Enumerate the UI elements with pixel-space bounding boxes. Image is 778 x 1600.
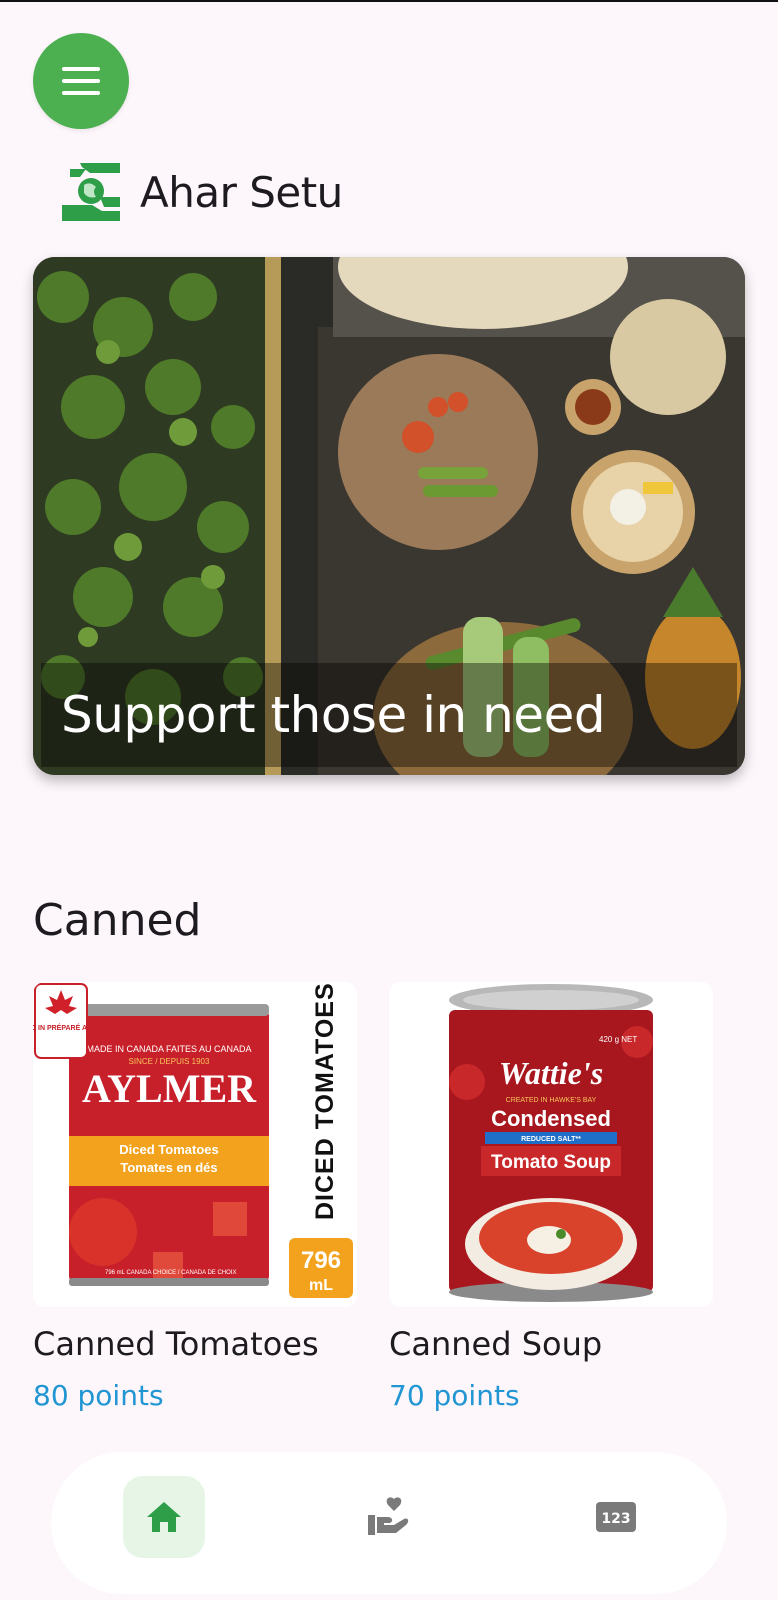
product-card-canned-tomatoes[interactable]: MADE IN CANADA FAITES AU CANADA SINCE / … [33, 982, 357, 1412]
can-origin-text: MADE IN CANADA FAITES AU CANADA [86, 1044, 251, 1054]
soup-line2: REDUCED SALT** [521, 1136, 581, 1143]
can-since-text: SINCE / DEPUIS 1903 [129, 1057, 210, 1066]
product-image: 420 g NET Wattie's CREATED IN HAWKE'S BA… [389, 982, 713, 1307]
nav-donate-tab[interactable] [347, 1476, 429, 1558]
bottom-navigation-bar: 123 [51, 1452, 727, 1594]
can-brand-text: AYLMER [82, 1066, 257, 1111]
app-title: Ahar Setu [140, 167, 343, 217]
product-points: 80 points [33, 1379, 164, 1412]
can-desc-line2: Tomates en dés [120, 1160, 217, 1175]
can-desc-line1: Diced Tomatoes [119, 1142, 218, 1157]
product-points: 70 points [389, 1379, 520, 1412]
soup-line3: Tomato Soup [491, 1152, 611, 1173]
hero-caption-text: Support those in need [61, 686, 606, 744]
canada-badge-text: PREPARED IN PRÉPARÉ AU CANADA [33, 1023, 124, 1032]
can-volume: 796 [301, 1247, 341, 1274]
soup-can-image: 420 g NET Wattie's CREATED IN HAWKE'S BA… [389, 982, 713, 1307]
donate-hand-heart-icon [368, 1497, 409, 1535]
can-fine-print: 796 mL CANADA CHOICE / CANADA DE CHOIX [105, 1270, 236, 1276]
home-icon [147, 1502, 181, 1532]
product-image: MADE IN CANADA FAITES AU CANADA SINCE / … [33, 982, 357, 1307]
product-name: Canned Tomatoes [33, 1325, 319, 1363]
soup-line1: Condensed [491, 1106, 611, 1131]
can-volume-unit: mL [309, 1277, 333, 1294]
hamburger-menu-icon [62, 67, 100, 95]
tomato-can-image: MADE IN CANADA FAITES AU CANADA SINCE / … [33, 982, 357, 1307]
section-title: Canned [33, 895, 202, 946]
soup-origin: CREATED IN HAWKE'S BAY [506, 1097, 597, 1104]
nav-numbers-tab[interactable]: 123 [575, 1476, 657, 1558]
numbers-icon-text: 123 [601, 1511, 630, 1527]
product-name: Canned Soup [389, 1325, 603, 1363]
hero-banner[interactable]: Support those in need [33, 257, 745, 775]
hands-globe-logo-icon [62, 163, 120, 221]
status-divider [0, 0, 778, 2]
nav-home-tab[interactable] [123, 1476, 205, 1558]
soup-weight: 420 g NET [599, 1035, 637, 1044]
numbers-123-icon: 123 [596, 1502, 636, 1532]
product-card-canned-soup[interactable]: 420 g NET Wattie's CREATED IN HAWKE'S BA… [389, 982, 713, 1412]
app-header: Ahar Setu [60, 160, 343, 224]
soup-brand: Wattie's [499, 1055, 603, 1091]
hero-caption: Support those in need [41, 663, 737, 767]
can-side-text: DICED TOMATOES [311, 982, 339, 1220]
menu-button[interactable] [33, 33, 129, 129]
